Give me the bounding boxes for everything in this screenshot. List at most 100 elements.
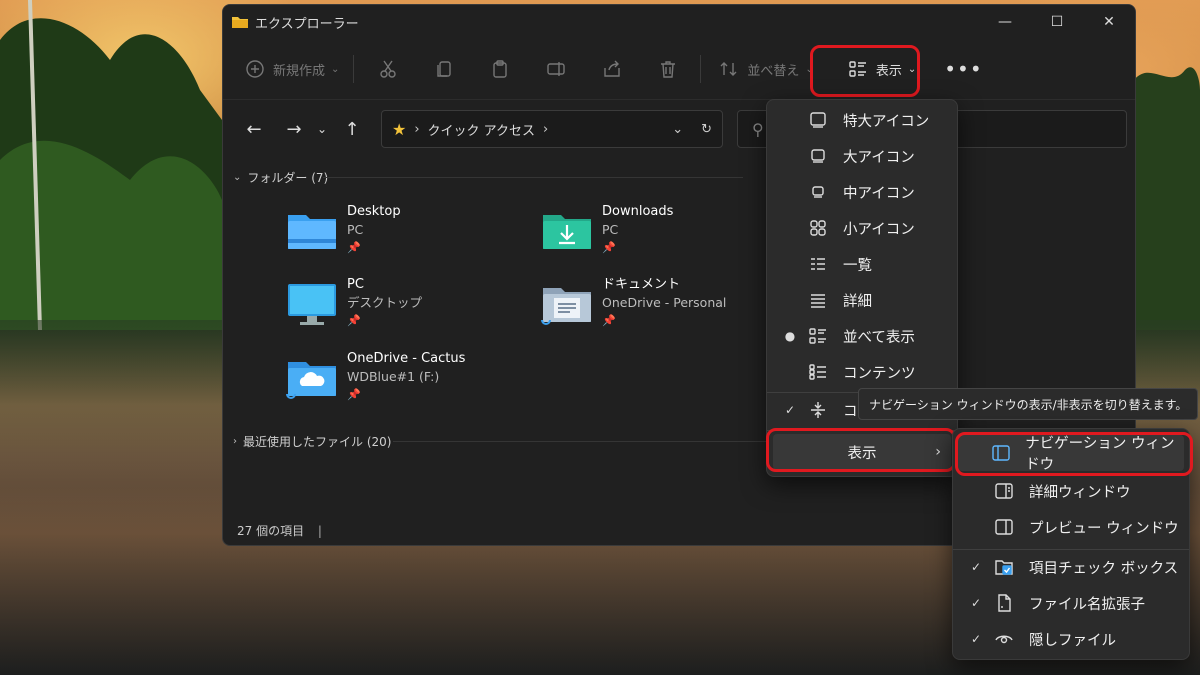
submenu-item-navigation-pane[interactable]: ナビゲーション ウィンドウ <box>958 435 1184 473</box>
view-tiles-icon <box>849 61 866 77</box>
toolbar-divider <box>700 55 702 83</box>
refresh-icon[interactable]: ↻ <box>701 122 712 137</box>
extra-large-icons-icon <box>807 109 829 131</box>
minimize-button[interactable]: — <box>979 5 1031 39</box>
folders-section-header[interactable]: ⌄ フォルダー (7) <box>233 169 328 186</box>
submenu-item-label: 項目チェック ボックス <box>1029 560 1179 577</box>
recent-files-section-header[interactable]: › 最近使用したファイル (20) <box>233 433 391 450</box>
tiles-icon <box>807 325 829 347</box>
cut-button[interactable] <box>370 49 406 89</box>
submenu-item-checkboxes[interactable]: ✓ 項目チェック ボックス <box>953 549 1189 585</box>
large-icons-icon <box>807 145 829 167</box>
trash-icon <box>661 61 676 78</box>
status-bar: 27 個の項目 | <box>237 522 322 539</box>
chevron-down-icon: ⌄ <box>805 63 814 75</box>
sort-button[interactable]: 並べ替え ⌄ <box>711 49 821 89</box>
forward-button[interactable]: → <box>277 112 311 146</box>
folder-item-desktop[interactable]: Desktop PC 📌 <box>285 203 401 257</box>
tooltip: ナビゲーション ウィンドウの表示/非表示を切り替えます。 <box>858 388 1199 420</box>
menu-item-label: コ <box>843 403 858 420</box>
recent-files-section-label: 最近使用したファイル (20) <box>243 435 392 449</box>
chevron-down-icon: ⌄ <box>233 172 242 183</box>
submenu-item-label: ナビゲーション ウィンドウ <box>1025 436 1175 473</box>
pc-monitor-icon <box>288 284 336 325</box>
back-button[interactable]: ← <box>237 112 271 146</box>
folder-item-downloads[interactable]: Downloads PC 📌 <box>540 203 673 257</box>
submenu-item-preview-pane[interactable]: プレビュー ウィンドウ <box>953 509 1189 545</box>
folder-name: PC <box>347 277 364 292</box>
share-button[interactable] <box>594 49 630 89</box>
folder-item-documents[interactable]: ドキュメント OneDrive - Personal 📌 <box>540 276 726 330</box>
copy-button[interactable] <box>426 49 462 89</box>
paste-button[interactable] <box>482 49 518 89</box>
new-button[interactable]: 新規作成 ⌄ <box>237 49 347 89</box>
submenu-item-details-pane[interactable]: 詳細ウィンドウ <box>953 473 1189 509</box>
menu-item-label: 中アイコン <box>843 185 915 202</box>
copy-icon <box>437 61 452 77</box>
menu-item-medium-icons[interactable]: 中アイコン <box>767 174 957 210</box>
rename-icon <box>547 62 566 76</box>
recent-locations-button[interactable]: ⌄ <box>311 112 333 146</box>
details-icon <box>807 289 829 311</box>
section-divider <box>393 441 773 442</box>
show-submenu: ナビゲーション ウィンドウ 詳細ウィンドウ プレビュー ウィンドウ ✓ 項目チェ… <box>952 428 1190 660</box>
menu-item-small-icons[interactable]: 小アイコン <box>767 210 957 246</box>
menu-item-details[interactable]: 詳細 <box>767 282 957 318</box>
chevron-down-icon: ⌄ <box>331 63 340 75</box>
menu-divider <box>767 430 957 431</box>
delete-button[interactable] <box>650 49 686 89</box>
submenu-item-file-extensions[interactable]: ✓ ファイル名拡張子 <box>953 585 1189 621</box>
folder-location: OneDrive - Personal <box>602 295 727 310</box>
folder-item-pc[interactable]: PC デスクトップ 📌 <box>285 276 422 330</box>
check-icon: ✓ <box>970 560 982 574</box>
list-icon <box>807 253 829 275</box>
folder-location: PC <box>347 222 364 237</box>
folder-name: OneDrive - Cactus <box>347 351 466 366</box>
window-title: エクスプローラー <box>255 16 359 32</box>
show-submenu-label: 表示 <box>847 445 877 462</box>
folders-section-label: フォルダー (7) <box>247 171 329 185</box>
details-pane-icon <box>993 480 1015 502</box>
menu-item-large-icons[interactable]: 大アイコン <box>767 138 957 174</box>
menu-item-label: 小アイコン <box>843 221 915 238</box>
close-button[interactable]: ✕ <box>1083 5 1135 39</box>
menu-item-content[interactable]: コンテンツ <box>767 354 957 390</box>
section-divider <box>323 177 743 178</box>
folder-location: デスクトップ <box>347 295 423 310</box>
view-menu: 特大アイコン 大アイコン 中アイコン 小アイコン 一覧 詳細 ● 並べて表示 コ… <box>766 99 958 477</box>
rename-button[interactable] <box>538 49 574 89</box>
clipboard-icon <box>493 60 508 78</box>
scissors-icon <box>380 60 397 78</box>
menu-item-label: コンテンツ <box>843 365 916 382</box>
chevron-down-icon: ⌄ <box>907 63 917 75</box>
new-label: 新規作成 <box>273 63 326 79</box>
menu-item-extra-large-icons[interactable]: 特大アイコン <box>767 102 957 138</box>
chevron-right-icon: › <box>414 121 420 137</box>
star-icon: ★ <box>392 119 407 139</box>
search-icon: ⚲ <box>752 119 764 139</box>
maximize-button[interactable]: ☐ <box>1031 5 1083 39</box>
menu-item-label: 一覧 <box>843 257 872 274</box>
pin-icon: 📌 <box>347 241 361 254</box>
item-count: 27 個の項目 <box>237 524 305 538</box>
view-button[interactable]: 表示 ⌄ <box>840 49 924 89</box>
title-bar: エクスプローラー — ☐ ✕ <box>223 5 1135 39</box>
more-options-button[interactable]: ••• <box>944 57 982 81</box>
navigation-pane-icon <box>992 442 1012 464</box>
content-icon <box>807 361 829 383</box>
submenu-item-label: ファイル名拡張子 <box>1029 596 1145 613</box>
pin-icon: 📌 <box>347 314 361 327</box>
menu-item-list[interactable]: 一覧 <box>767 246 957 282</box>
submenu-item-label: プレビュー ウィンドウ <box>1029 520 1179 537</box>
up-button[interactable]: ↑ <box>335 112 369 146</box>
submenu-item-hidden-files[interactable]: ✓ 隠しファイル <box>953 621 1189 657</box>
address-row: ← → ⌄ ↑ ★ › クイック アクセス › ⌄ ↻ ⚲ <box>223 100 1135 158</box>
menu-item-show[interactable]: 表示 › <box>773 434 951 470</box>
menu-item-tiles[interactable]: ● 並べて表示 <box>767 318 957 354</box>
address-dropdown-icon[interactable]: ⌄ <box>672 122 683 137</box>
documents-folder-icon <box>541 288 591 325</box>
chevron-right-icon: › <box>935 444 941 460</box>
folder-item-onedrive[interactable]: OneDrive - Cactus WDBlue#1 (F:) 📌 <box>285 350 465 404</box>
address-bar[interactable]: ★ › クイック アクセス › ⌄ ↻ <box>381 110 723 148</box>
downloads-folder-icon <box>543 215 591 249</box>
